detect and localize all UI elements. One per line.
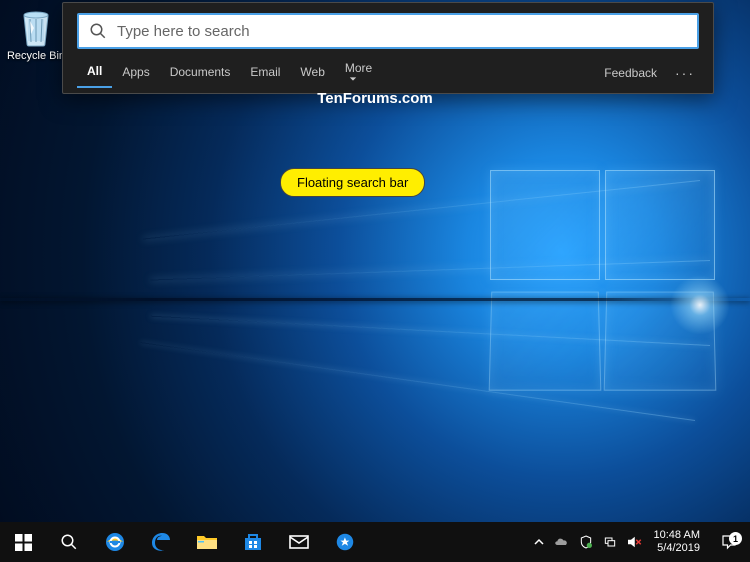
windows-logo-icon	[15, 534, 32, 551]
tab-web[interactable]: Web	[290, 59, 334, 87]
taskbar-tips[interactable]	[322, 522, 368, 562]
annotation-callout: Floating search bar	[280, 168, 425, 197]
volume-muted-icon	[625, 533, 643, 551]
tab-apps[interactable]: Apps	[112, 59, 159, 87]
search-icon	[89, 22, 107, 40]
start-button[interactable]	[0, 522, 46, 562]
floating-search-panel: All Apps Documents Email Web More Feedba…	[62, 2, 714, 94]
clock-time: 10:48 AM	[654, 529, 700, 542]
watermark-text: TenForums.com	[0, 90, 750, 107]
edge-icon	[149, 530, 173, 554]
chevron-down-icon	[349, 75, 357, 83]
taskbar-edge[interactable]	[138, 522, 184, 562]
network-icon	[602, 534, 618, 550]
taskbar-internet-explorer[interactable]	[92, 522, 138, 562]
internet-explorer-icon	[103, 530, 127, 554]
tray-network[interactable]	[598, 522, 622, 562]
shield-icon	[578, 534, 594, 550]
desktop-icon-recycle-bin[interactable]: Recycle Bin	[6, 6, 66, 62]
recycle-bin-label: Recycle Bin	[6, 50, 66, 62]
notification-badge: 1	[729, 532, 742, 545]
mail-icon	[287, 530, 311, 554]
search-icon	[60, 533, 78, 551]
taskbar-mail[interactable]	[276, 522, 322, 562]
tray-overflow-button[interactable]	[528, 537, 550, 547]
taskbar-store[interactable]	[230, 522, 276, 562]
tab-documents[interactable]: Documents	[160, 59, 241, 87]
action-center-button[interactable]: 1	[708, 533, 750, 551]
onedrive-icon	[553, 533, 571, 551]
chevron-up-icon	[534, 537, 544, 547]
search-box[interactable]	[77, 13, 699, 49]
tray-volume[interactable]	[622, 522, 646, 562]
taskbar-search-button[interactable]	[46, 522, 92, 562]
file-explorer-icon	[195, 530, 219, 554]
search-filter-row: All Apps Documents Email Web More Feedba…	[77, 59, 699, 87]
tips-icon	[334, 531, 356, 553]
clock-date: 5/4/2019	[654, 542, 700, 555]
more-options-button[interactable]: ···	[665, 63, 699, 83]
tray-onedrive[interactable]	[550, 522, 574, 562]
system-tray: 10:48 AM 5/4/2019 1	[528, 522, 750, 562]
taskbar-file-explorer[interactable]	[184, 522, 230, 562]
recycle-bin-icon	[16, 6, 56, 48]
taskbar: 10:48 AM 5/4/2019 1	[0, 522, 750, 562]
tab-email[interactable]: Email	[240, 59, 290, 87]
microsoft-store-icon	[241, 530, 265, 554]
taskbar-clock[interactable]: 10:48 AM 5/4/2019	[646, 529, 708, 554]
tab-all[interactable]: All	[77, 58, 112, 88]
feedback-link[interactable]: Feedback	[596, 60, 665, 86]
tab-more[interactable]: More	[335, 55, 382, 91]
search-input[interactable]	[117, 23, 687, 40]
tray-security[interactable]	[574, 522, 598, 562]
